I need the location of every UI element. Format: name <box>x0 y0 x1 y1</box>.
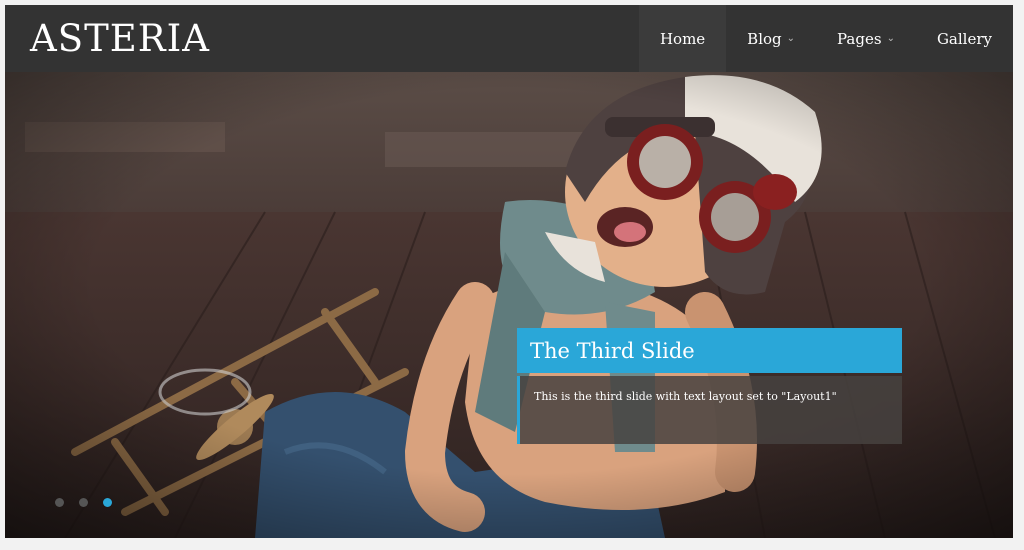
slider-pagination <box>55 498 112 507</box>
slide-dot-3[interactable] <box>103 498 112 507</box>
nav-item-home[interactable]: Home <box>638 5 727 72</box>
slide-image <box>5 72 1013 538</box>
slide-dot-1[interactable] <box>55 498 64 507</box>
nav-item-gallery[interactable]: Gallery <box>916 5 1013 72</box>
nav-item-label: Blog <box>747 29 782 48</box>
nav-item-label: Pages <box>837 29 882 48</box>
site-logo[interactable]: ASTERIA <box>30 17 210 60</box>
chevron-down-icon: ⌄ <box>786 33 796 44</box>
hero-slider[interactable]: The Third Slide This is the third slide … <box>5 72 1013 538</box>
main-nav: Home Blog ⌄ Pages ⌄ Gallery <box>638 5 1013 72</box>
slide-caption-title: The Third Slide <box>517 328 902 373</box>
nav-item-blog[interactable]: Blog ⌄ <box>726 5 816 72</box>
page-frame: ASTERIA Home Blog ⌄ Pages ⌄ Gallery The … <box>5 5 1013 538</box>
slide-caption-text: This is the third slide with text layout… <box>517 376 902 444</box>
site-header: ASTERIA Home Blog ⌄ Pages ⌄ Gallery <box>5 5 1013 72</box>
slide-dot-2[interactable] <box>79 498 88 507</box>
nav-item-pages[interactable]: Pages ⌄ <box>816 5 916 72</box>
nav-item-label: Home <box>659 29 706 48</box>
nav-item-label: Gallery <box>936 29 992 48</box>
chevron-down-icon: ⌄ <box>886 33 895 44</box>
